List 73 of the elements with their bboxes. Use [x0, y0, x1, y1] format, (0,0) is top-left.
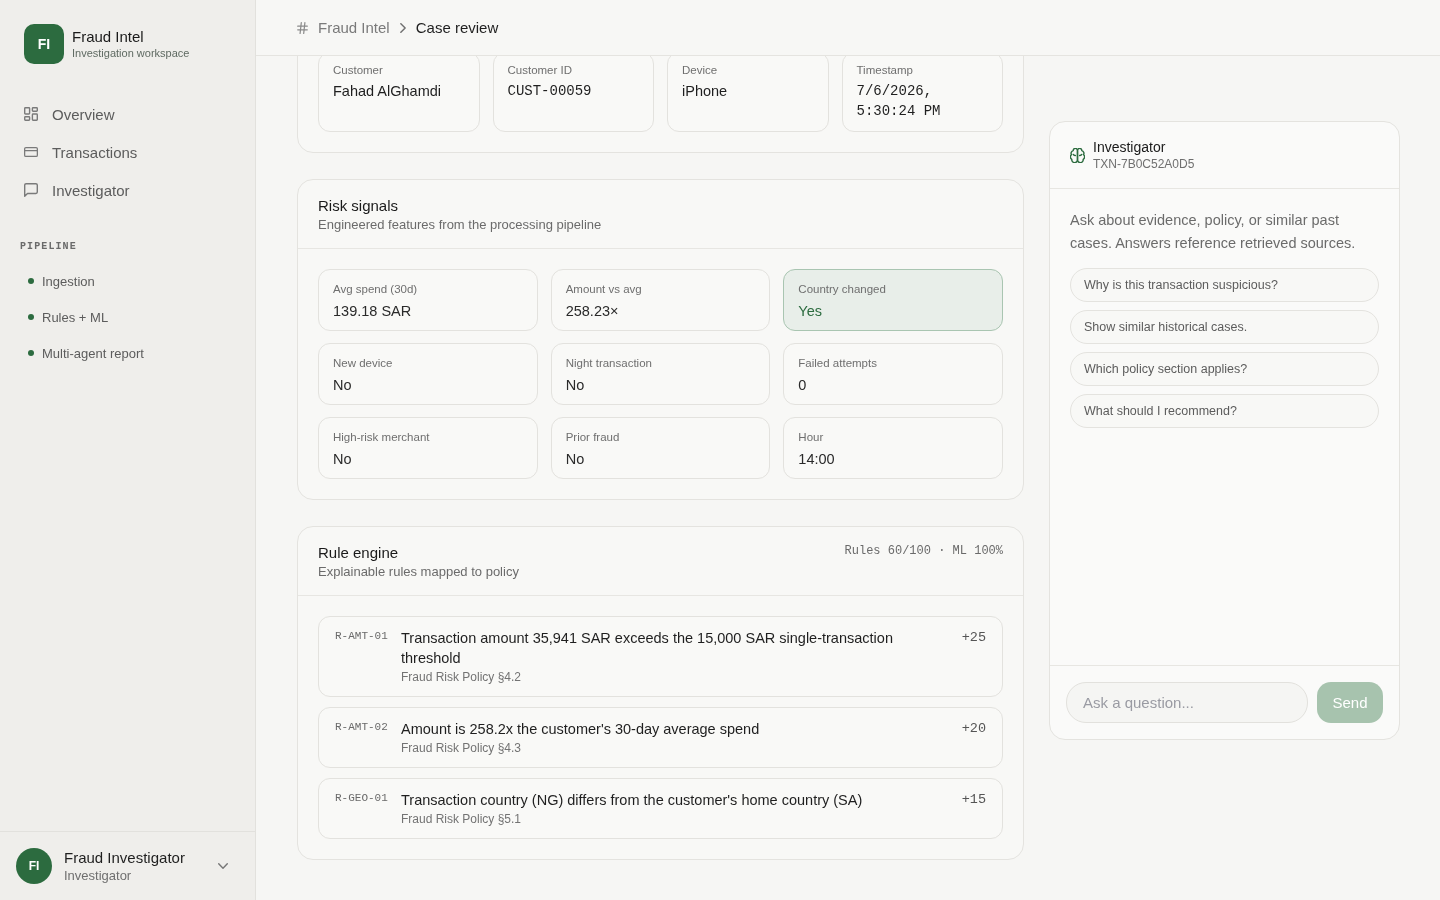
rule-code: R-AMT-02 [335, 720, 389, 735]
signal-value: 0 [798, 376, 808, 395]
policy-reference: Fraud Risk Policy §4.3 [401, 740, 523, 757]
suggestion-button[interactable]: Why is this transaction suspicious? [1070, 268, 1379, 302]
field-label: Device [682, 63, 719, 77]
brand-title: Fraud Intel [72, 28, 145, 46]
rule-score: +15 [961, 791, 986, 809]
user-avatar: FI [16, 848, 52, 884]
pipeline-step: Multi-agent report [42, 345, 144, 361]
hash-icon [297, 21, 308, 34]
signal-label: Prior fraud [565, 430, 621, 444]
section-label: PIPELINE [20, 240, 78, 254]
rule-code: R-AMT-01 [335, 629, 389, 644]
signal-value: No [333, 376, 353, 395]
chat-title: Investigator [1093, 138, 1167, 156]
rule-description: Transaction amount 35,941 SAR exceeds the 15,000 SAR single-transaction threshold [401, 629, 894, 668]
signal-label: New device [333, 356, 394, 370]
suggestion-button[interactable]: What should I recommend? [1070, 394, 1379, 428]
field-label: Customer [333, 63, 384, 77]
suggestion-button[interactable]: Which policy section applies? [1070, 352, 1379, 386]
field-value: Fahad AlGhamdi [333, 82, 442, 101]
rule-code: R-GEO-01 [335, 791, 389, 806]
field-value: CUST-00059 [507, 82, 593, 101]
signal-label: Avg spend (30d) [333, 282, 419, 296]
breadcrumb-current: Case review [415, 19, 499, 36]
credit-card-icon [24, 145, 38, 159]
rule-summary: Rules 60/100 · ML 100% [844, 543, 1003, 559]
pipeline-step: Rules + ML [42, 309, 109, 325]
nav-item[interactable]: Transactions [12, 133, 243, 171]
policy-reference: Fraud Risk Policy §5.1 [401, 811, 523, 828]
chat-intro: Ask about evidence, policy, or similar past cases. Answers reference retrieved sources. [1070, 211, 1357, 253]
panel-subtitle: Engineered features from the processing pipeline [318, 216, 602, 234]
rule-description: Transaction country (NG) differs from the customer's home country (SA) [401, 791, 864, 810]
signal-value: 258.23× [565, 302, 620, 321]
panel-title: Risk signals [318, 196, 400, 216]
rule-score: +25 [961, 629, 986, 647]
nav-item[interactable]: Overview [12, 95, 243, 133]
user-name: Fraud Investigator [64, 848, 186, 867]
rule-description: Amount is 258.2x the customer's 30-day average spend [401, 720, 761, 739]
signal-label: Failed attempts [798, 356, 878, 370]
field-value: iPhone [682, 82, 729, 101]
signal-label: Hour [798, 430, 825, 444]
signal-value: 139.18 SAR [333, 302, 413, 321]
field-label: Customer ID [507, 63, 574, 77]
user-role: Investigator [64, 867, 133, 884]
signal-label: High-risk merchant [333, 430, 431, 444]
brand-logo: FI [24, 24, 64, 64]
transaction-id: TXN-7B0C52A0D5 [1093, 156, 1195, 172]
question-input[interactable]: Ask a question... [1066, 682, 1308, 723]
nav-item[interactable]: Investigator [12, 171, 243, 209]
policy-reference: Fraud Risk Policy §4.2 [401, 669, 523, 686]
field-value: 7/6/2026, 5:30:24 PM [856, 82, 942, 121]
brain-icon [1070, 147, 1085, 163]
suggestion-button[interactable]: Show similar historical cases. [1070, 310, 1379, 344]
field-label: Timestamp [856, 63, 914, 77]
signal-value: No [333, 450, 353, 469]
signal-label: Amount vs avg [565, 282, 643, 296]
breadcrumb-link[interactable]: Fraud Intel [318, 19, 390, 36]
panel-title: Rule engine [318, 543, 400, 563]
chevron-down-icon[interactable] [218, 863, 228, 869]
pipeline-step: Ingestion [42, 273, 95, 289]
signal-label: Country changed [798, 282, 887, 296]
signal-label: Night transaction [565, 356, 653, 370]
rule-score: +20 [961, 720, 986, 738]
panel-subtitle: Explainable rules mapped to policy [318, 563, 519, 581]
signal-value: No [565, 450, 586, 469]
brand-subtitle: Investigation workspace [72, 46, 190, 60]
signal-value: 14:00 [798, 450, 836, 469]
signal-value: No [565, 376, 586, 395]
signal-value: Yes [798, 302, 823, 321]
dashboard-icon [24, 107, 38, 121]
chevron-right-icon [399, 22, 406, 33]
chat-bubble-icon [24, 183, 38, 197]
